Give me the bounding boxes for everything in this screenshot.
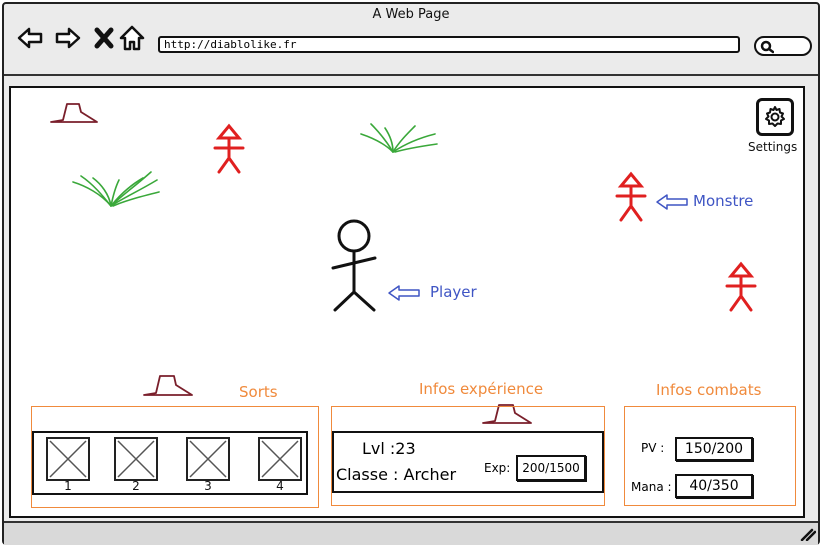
rock-decoration <box>50 103 98 123</box>
close-icon[interactable] <box>90 24 118 52</box>
search-icon <box>760 40 774 54</box>
spell-slot[interactable] <box>46 437 90 481</box>
hp-label: PV : <box>641 441 665 455</box>
player-annotation: Player <box>430 283 477 301</box>
settings-label: Settings <box>748 140 798 154</box>
spell-slot-number: 4 <box>276 479 284 493</box>
back-icon[interactable] <box>16 24 44 52</box>
monster-sprite[interactable] <box>613 170 649 226</box>
resize-grip-icon[interactable] <box>800 527 816 541</box>
empty-slot-icon <box>49 440 87 478</box>
spell-slot[interactable] <box>258 437 302 481</box>
spells-bar: 1 2 3 4 <box>32 431 308 495</box>
class-text: Classe : Archer <box>336 465 457 484</box>
home-icon[interactable] <box>118 24 146 52</box>
empty-slot-icon <box>189 440 227 478</box>
combat-title: Infos combats <box>656 381 762 399</box>
mana-value: 40/350 <box>675 474 753 498</box>
game-viewport[interactable]: Monstre Player Settings Sorts 1 2 3 4 In… <box>9 86 805 518</box>
arrow-left-icon <box>656 194 688 210</box>
spell-slot[interactable] <box>114 437 158 481</box>
grass-decoration <box>360 123 438 153</box>
empty-slot-icon <box>261 440 299 478</box>
level-text: Lvl :23 <box>362 439 416 458</box>
spell-slot-number: 3 <box>204 479 212 493</box>
gear-icon <box>765 106 785 127</box>
experience-title: Infos expérience <box>419 380 544 398</box>
settings-button[interactable] <box>756 98 794 136</box>
toolbar-divider <box>4 74 818 76</box>
combat-panel: PV : 150/200 Mana : 40/350 <box>624 406 796 506</box>
search-field[interactable] <box>754 36 812 56</box>
exp-label: Exp: <box>484 461 511 475</box>
rock-decoration <box>143 375 193 396</box>
mana-label: Mana : <box>631 480 672 494</box>
spells-title: Sorts <box>239 383 278 401</box>
arrow-left-icon <box>388 285 420 301</box>
exp-value: 200/1500 <box>516 455 586 481</box>
status-bar <box>4 521 818 545</box>
forward-icon[interactable] <box>54 24 82 52</box>
spell-slot-number: 2 <box>132 479 140 493</box>
spell-slot[interactable] <box>186 437 230 481</box>
player-sprite[interactable] <box>329 218 379 314</box>
monster-sprite[interactable] <box>723 260 759 316</box>
grass-decoration <box>72 171 160 207</box>
monster-sprite[interactable] <box>211 122 247 178</box>
experience-box: Lvl :23 Classe : Archer Exp: 200/1500 <box>332 431 604 493</box>
experience-panel: Lvl :23 Classe : Archer Exp: 200/1500 <box>331 406 605 506</box>
spell-slot-number: 1 <box>64 479 72 493</box>
hp-value: 150/200 <box>675 437 753 461</box>
empty-slot-icon <box>117 440 155 478</box>
monster-annotation: Monstre <box>693 192 754 210</box>
address-bar[interactable]: http://diablolike.fr <box>158 36 740 53</box>
spells-panel: 1 2 3 4 <box>31 406 319 508</box>
browser-window: A Web Page http://diablolike.fr Monstre … <box>2 2 820 545</box>
